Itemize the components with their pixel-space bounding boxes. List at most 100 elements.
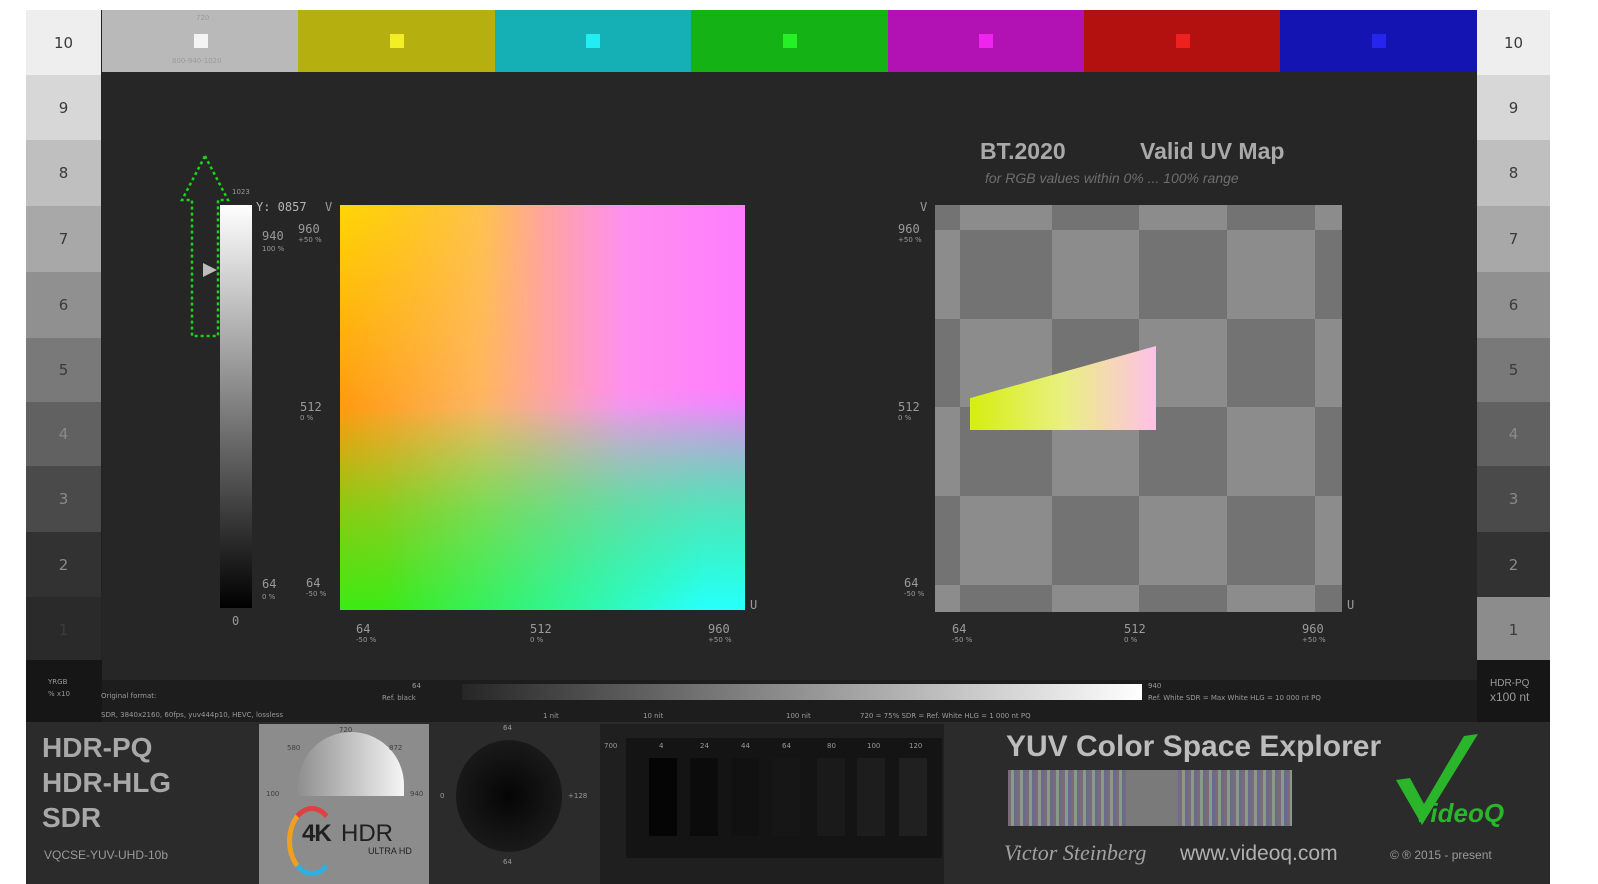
left_scale-step: 9	[26, 75, 101, 140]
format-label: HDR-PQ	[42, 732, 153, 763]
uv-square-y-tick-label: 512	[300, 400, 322, 414]
uv-map-x-tick-label: 64	[952, 622, 967, 636]
left_scale-step: 10	[26, 10, 101, 75]
checker-cell	[1052, 205, 1139, 230]
near-black-step	[899, 758, 927, 836]
uv-map-u-axis: U	[1347, 598, 1355, 612]
near-black-step	[690, 758, 718, 836]
near-black-step	[731, 758, 759, 836]
color-bar-blue	[1280, 10, 1478, 72]
mid-note: 720 = 75% SDR = Ref. White HLG = 1 000 n…	[860, 712, 1031, 720]
color-bars	[102, 10, 1478, 72]
wheel-right: +128	[568, 792, 588, 800]
checker-cell	[1139, 205, 1227, 230]
checker-cell	[1139, 230, 1227, 319]
right_scale-step: 5	[1477, 338, 1550, 402]
left_scale-step: 7	[26, 206, 101, 272]
near-black-left-label: 700	[604, 742, 618, 750]
luma-hi-sub: 100 %	[262, 245, 285, 253]
format-line1: Original format:	[101, 692, 157, 700]
uv-square-y-tick-label: 960	[298, 222, 320, 236]
near-black-step	[772, 758, 800, 836]
left-step-scale: 10 9 8 7 6 5 4 3 2 1	[26, 10, 101, 662]
right_scale-step: 2	[1477, 532, 1550, 597]
gauge-far-left: 100	[266, 790, 280, 798]
dark-wheel	[456, 740, 562, 852]
uv-map-y-tick-label: 960	[898, 222, 920, 236]
uv-map-y-tick-label: 512	[898, 400, 920, 414]
checker-cell	[935, 585, 960, 612]
luma-ramp	[462, 684, 1142, 700]
checker-cell	[1315, 585, 1342, 612]
checker-cell	[1052, 230, 1139, 319]
gauge-top: 720	[339, 726, 353, 734]
uv-map-x-tick-sub: +50 %	[1302, 636, 1326, 644]
uv-square-y-tick-label: 64	[306, 576, 321, 590]
luma-bottom-label: 0	[232, 614, 240, 628]
ref-white: Ref. White SDR = Max White HLG = 10 000 …	[1148, 694, 1321, 702]
near-black-step	[649, 758, 677, 836]
color-chip-blue	[1371, 34, 1386, 48]
checker-cell	[1139, 585, 1227, 612]
right_scale-step: 9	[1477, 75, 1550, 140]
uv-square-x-tick-label: 960	[708, 622, 730, 636]
color-bar-cyan	[494, 10, 692, 72]
strip-right-bottom: x100 nt	[1490, 690, 1530, 704]
near-black-tick: 120	[909, 742, 923, 750]
uv-map-x-tick-sub: -50 %	[952, 636, 973, 644]
right-step-scale: 10 9 8 7 6 5 4 3 2 1	[1477, 10, 1550, 662]
uv-square-x-tick-sub: 0 %	[530, 636, 544, 644]
checker-cell	[935, 319, 960, 407]
luma-lo-label: 64	[262, 577, 277, 591]
uv-map-title-right: Valid UV Map	[1140, 138, 1285, 164]
color-chip-green	[782, 34, 797, 48]
uv-square-u-axis: U	[750, 598, 758, 612]
left_scale-step: 5	[26, 338, 101, 402]
near-black-tick: 80	[827, 742, 836, 750]
color-chip-cyan	[586, 34, 601, 48]
checker-cell	[1227, 230, 1315, 319]
color-bar-magenta	[887, 10, 1085, 72]
uv-square-x-tick-sub: -50 %	[356, 636, 377, 644]
resolution-pattern	[1008, 770, 1292, 826]
near-black-tick: 100	[867, 742, 881, 750]
format-list: HDR-PQ HDR-HLG SDR	[42, 730, 171, 835]
uv-square-v-axis: V	[325, 200, 333, 214]
tick-1nit: 1 nit	[543, 712, 559, 720]
left_scale-step: 3	[26, 466, 101, 532]
checker-cell	[1315, 205, 1342, 230]
color-chip-red	[1175, 34, 1190, 48]
format-label: SDR	[42, 802, 102, 833]
uv-square-y-tick-sub: -50 %	[306, 590, 327, 598]
pattern-code: VQCSE-YUV-UHD-10b	[44, 848, 169, 862]
uv-color-square[interactable]	[340, 205, 745, 610]
right_scale-step: 4	[1477, 402, 1550, 466]
right_scale-step: 3	[1477, 466, 1550, 532]
wheel-top: 64	[503, 724, 512, 732]
left_scale-step: 6	[26, 272, 101, 338]
color-bar-yellow	[298, 10, 496, 72]
logo-hdr: HDR	[341, 820, 393, 847]
right_scale-step: 7	[1477, 206, 1550, 272]
right_scale-step: 10	[1477, 10, 1550, 75]
uv-map-y-tick-sub: 0 %	[898, 414, 912, 422]
checker-cell	[1315, 230, 1342, 319]
checker-cell	[935, 230, 960, 319]
strip-left-bottom: % x10	[48, 690, 70, 698]
logo-4k: 4K	[302, 820, 332, 847]
format-label: HDR-HLG	[42, 767, 172, 798]
uv-map-subtitle: for RGB values within 0% ... 100% range	[985, 170, 1239, 186]
checker-cell	[1315, 319, 1342, 407]
logo-ultra-hd: ULTRA HD	[368, 846, 412, 856]
uv-map-x-tick-sub: 0 %	[1124, 636, 1138, 644]
checker-cell	[1227, 585, 1315, 612]
videoq-logo-text: VideoQ	[1414, 798, 1505, 828]
ref-white-top: 940	[1148, 682, 1162, 690]
uv-square-y-tick-sub: +50 %	[298, 236, 322, 244]
white-bar-top-label: 720	[196, 14, 210, 22]
near-black-tick: 24	[700, 742, 709, 750]
uv-map-y-tick-label: 64	[904, 576, 919, 590]
ref-black-top: 64	[412, 682, 421, 690]
near-black-tick: 64	[782, 742, 791, 750]
website-link[interactable]: www.videoq.com	[1180, 842, 1338, 866]
